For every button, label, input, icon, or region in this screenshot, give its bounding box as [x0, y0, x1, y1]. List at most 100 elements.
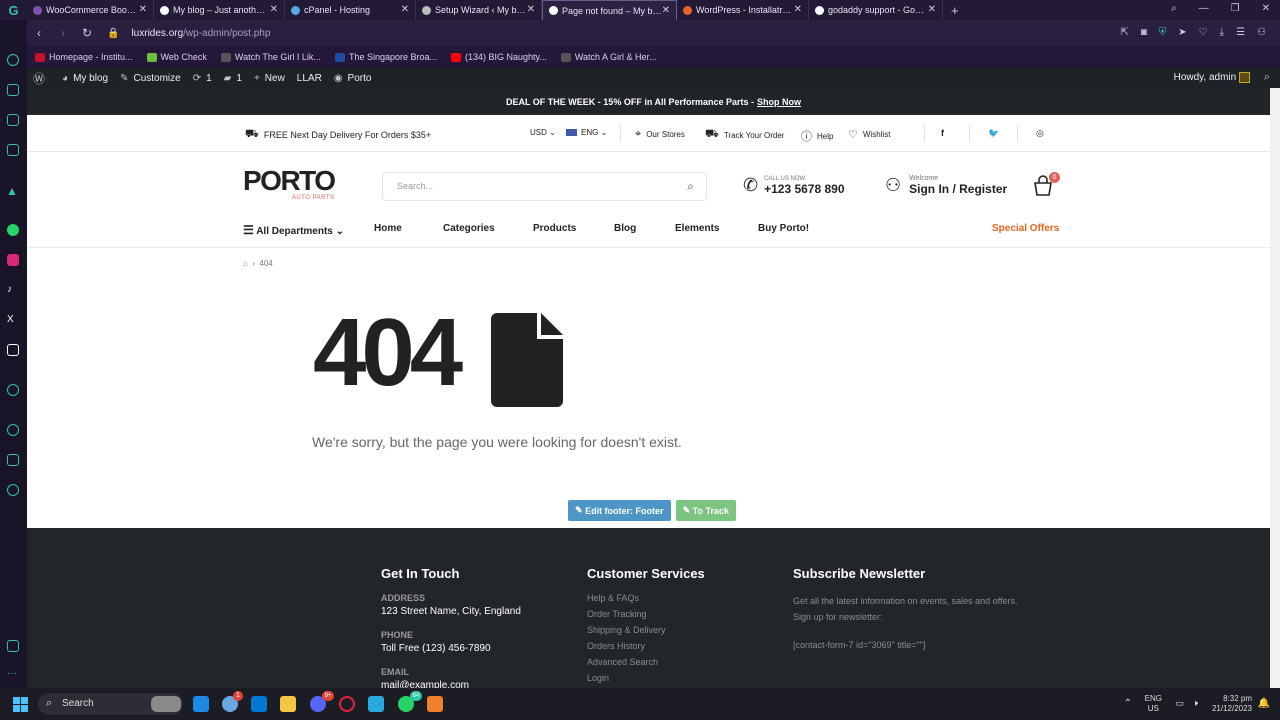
edit-footer-button[interactable]: ✎ Edit footer: Footer: [568, 500, 671, 521]
cart-button[interactable]: 0: [1032, 172, 1060, 197]
close-tab-icon[interactable]: ✕: [401, 4, 409, 15]
close-tab-icon[interactable]: ✕: [928, 4, 936, 15]
notification-bell-icon[interactable]: 🔔: [1258, 698, 1270, 709]
minimize-button[interactable]: —: [1199, 3, 1209, 14]
clock[interactable]: 8:32 pm 21/12/2023: [1212, 694, 1252, 714]
forward-button[interactable]: ›: [51, 26, 75, 40]
phone-number[interactable]: +123 5678 890: [764, 182, 844, 196]
to-track-button[interactable]: ✎ To Track: [675, 500, 736, 521]
close-tab-icon[interactable]: ✕: [139, 4, 147, 15]
sidebar-discord-icon[interactable]: [7, 344, 19, 356]
wp-customize-link[interactable]: ✎ Customize: [120, 73, 181, 84]
discord-icon[interactable]: 9+: [310, 691, 334, 712]
start-button[interactable]: [13, 697, 28, 712]
store-icon[interactable]: [251, 696, 267, 712]
menu-item-categories[interactable]: Categories: [443, 223, 495, 234]
sidebar-cube-icon[interactable]: [7, 454, 19, 466]
browser-tab[interactable]: My blog – Just another W ✕: [154, 0, 285, 20]
copilot-icon[interactable]: [193, 696, 209, 712]
wp-account-link[interactable]: Howdy, admin: [1174, 72, 1250, 83]
wp-search-icon[interactable]: ⌕: [1264, 71, 1270, 84]
sidebar-speed-dial-icon[interactable]: [7, 54, 19, 66]
bookmark-item[interactable]: Watch The Girl I Lik...: [220, 52, 321, 62]
footer-phone-link[interactable]: Toll Free (123) 456-7890: [381, 643, 521, 654]
send-icon[interactable]: ➤: [1178, 27, 1186, 38]
all-departments-toggle[interactable]: ☰ All Departments ⌄: [243, 223, 344, 237]
whatsapp-icon[interactable]: 64: [398, 691, 422, 712]
special-offers-link[interactable]: Special Offers: [992, 223, 1059, 234]
person-icon[interactable]: ⚇: [1257, 27, 1266, 38]
sidebar-bag-icon[interactable]: [7, 84, 19, 96]
footer-link[interactable]: Advanced Search: [587, 657, 705, 667]
bookmark-item[interactable]: The Singapore Broa...: [334, 52, 437, 62]
sidebar-settings-icon[interactable]: [7, 484, 19, 496]
browser-tab[interactable]: Page not found – My blog ✕: [542, 0, 677, 20]
camera-icon[interactable]: ◙: [1141, 27, 1147, 38]
wp-llar-link[interactable]: LLAR: [297, 73, 322, 84]
search-icon[interactable]: ⌕: [687, 179, 694, 194]
wp-site-link[interactable]: ◕ My blog: [62, 73, 108, 84]
close-tab-icon[interactable]: ✕: [270, 4, 278, 15]
browser-tab[interactable]: Setup Wizard ‹ My blog —✕: [416, 0, 542, 20]
footer-link[interactable]: Help & FAQs: [587, 593, 705, 603]
facebook-icon[interactable]: f: [941, 128, 944, 138]
taskbar-search[interactable]: ⌕ Search: [38, 693, 183, 715]
footer-link[interactable]: Orders History: [587, 641, 705, 651]
home-icon[interactable]: ⌂: [243, 259, 248, 268]
twitter-icon[interactable]: 🐦: [988, 128, 999, 139]
shield-icon[interactable]: ⛨: [1159, 27, 1167, 38]
menu-item-home[interactable]: Home: [374, 223, 402, 234]
menu-item-buy-porto[interactable]: Buy Porto!: [758, 223, 809, 234]
sidebar-arrow-icon[interactable]: ▲: [6, 184, 18, 198]
browser-tab[interactable]: WordPress - Installatron A ✕: [677, 0, 809, 20]
close-tab-icon[interactable]: ✕: [794, 4, 802, 15]
share-icon[interactable]: ⇱: [1120, 27, 1128, 38]
language-indicator[interactable]: ENG US: [1145, 694, 1162, 714]
sidebar-history-icon[interactable]: [7, 424, 19, 436]
reload-button[interactable]: ↻: [75, 26, 99, 40]
bookmark-item[interactable]: Homepage - Institu...: [35, 52, 133, 62]
xampp-icon[interactable]: [427, 696, 443, 712]
url-field[interactable]: luxrides.org/wp-admin/post.php: [131, 28, 270, 39]
sidebar-gallery-icon[interactable]: [7, 640, 19, 652]
notepad-icon[interactable]: [368, 696, 384, 712]
browser-tab[interactable]: cPanel - Hosting ✕: [285, 0, 416, 20]
wp-logo-icon[interactable]: Ⓦ: [33, 70, 50, 87]
bookmark-item[interactable]: Watch A Girl & Her...: [560, 52, 657, 62]
opera-gx-logo-icon[interactable]: G: [0, 0, 27, 20]
back-button[interactable]: ‹: [27, 26, 51, 40]
footer-link[interactable]: Shipping & Delivery: [587, 625, 705, 635]
footer-link[interactable]: Order Tracking: [587, 609, 705, 619]
close-tab-icon[interactable]: ✕: [527, 4, 535, 15]
menu-item-products[interactable]: Products: [533, 223, 576, 234]
wp-updates-link[interactable]: ⟳ 1: [193, 73, 212, 84]
page-scrollbar[interactable]: [1270, 88, 1280, 688]
sidebar-more-icon[interactable]: ···: [7, 668, 19, 680]
menu-icon[interactable]: ☰: [1236, 27, 1245, 38]
bookmark-item[interactable]: Web Check: [146, 52, 207, 62]
browser-tab[interactable]: godaddy support - Google ✕: [809, 0, 943, 20]
bookmark-item[interactable]: (134) BIG Naughty...: [451, 52, 547, 62]
site-logo[interactable]: PORTO AUTO PARTS: [243, 167, 336, 202]
sidebar-player-icon[interactable]: [7, 384, 19, 396]
close-tab-icon[interactable]: ✕: [662, 5, 670, 16]
wp-porto-link[interactable]: ◉ Porto: [334, 73, 372, 84]
browser-tab[interactable]: WooCommerce Bookings ✕: [27, 0, 154, 20]
instagram-icon[interactable]: ◎: [1036, 128, 1044, 139]
sidebar-instagram-icon[interactable]: [7, 254, 19, 266]
file-explorer-icon[interactable]: [280, 696, 296, 712]
download-icon[interactable]: ⤓: [1220, 27, 1224, 38]
currency-switcher[interactable]: USD ⌄: [530, 128, 556, 137]
menu-item-elements[interactable]: Elements: [675, 223, 719, 234]
wp-new-link[interactable]: + New: [254, 73, 285, 84]
chevron-up-icon[interactable]: ⌃: [1124, 698, 1132, 709]
maximize-button[interactable]: ❐: [1231, 3, 1240, 14]
network-icon[interactable]: ▭: [1175, 698, 1184, 709]
volume-icon[interactable]: 🕨: [1192, 698, 1198, 709]
close-window-button[interactable]: ✕: [1262, 3, 1270, 14]
wp-comments-link[interactable]: ▰ 1: [224, 73, 242, 84]
search-input[interactable]: Search... ⌕: [382, 172, 707, 201]
language-switcher[interactable]: ENG ⌄: [566, 128, 607, 137]
sidebar-tiktok-icon[interactable]: ♪: [7, 284, 19, 296]
menu-item-blog[interactable]: Blog: [614, 223, 636, 234]
